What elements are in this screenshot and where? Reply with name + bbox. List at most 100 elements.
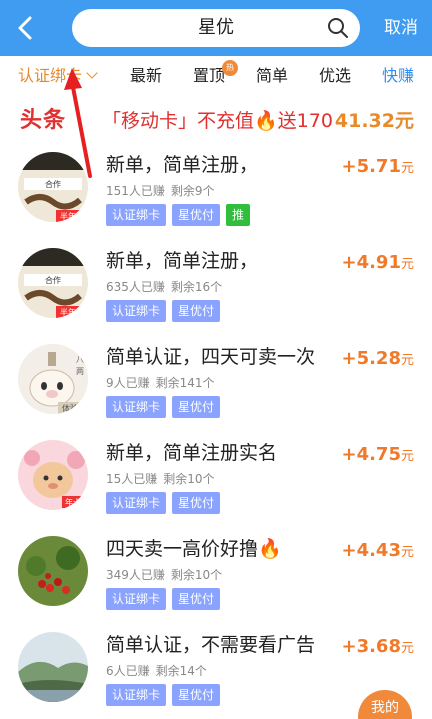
- tag-xingyoufu: 星优付: [172, 204, 221, 226]
- amount-value: +4.91: [341, 252, 401, 273]
- task-title: 新单，简单注册，: [106, 154, 259, 176]
- task-title: 四天卖一高价好撸🔥: [106, 538, 282, 560]
- task-tags: 认证绑卡 星优付: [106, 396, 226, 418]
- svg-text:合作: 合作: [45, 179, 61, 189]
- amount-unit: 元: [400, 641, 414, 656]
- task-amount: +4.75元: [341, 444, 414, 465]
- tag-verify: 认证绑卡: [106, 588, 167, 610]
- earned-count: 15人已赚: [106, 472, 158, 486]
- task-row[interactable]: 八 两 体验 简单认证，四天可卖一次 9人已赚 剩余141个 认证绑卡 星优付 +5…: [0, 332, 432, 428]
- amount-value: +5.28: [341, 348, 401, 369]
- task-amount: +5.28元: [341, 348, 414, 369]
- handshake-avatar: 合作 半年: [18, 152, 88, 222]
- tag-verify: 认证绑卡: [106, 204, 167, 226]
- task-row[interactable]: 合作 半年 新单，简单注册， 635人已赚 剩余16个 认证绑卡 星优付 +4.91…: [0, 236, 432, 332]
- earned-count: 9人已赚: [106, 376, 150, 390]
- amount-unit: 元: [400, 257, 414, 272]
- remaining-count: 剩余141个: [155, 376, 215, 390]
- amount-unit: 元: [400, 449, 414, 464]
- task-meta: 349人已赚 剩余10个: [106, 566, 222, 583]
- task-tags: 认证绑卡 星优付: [106, 588, 226, 610]
- remaining-count: 剩余9个: [170, 184, 215, 198]
- tab-preferred[interactable]: 优选: [319, 56, 351, 96]
- tab-newest[interactable]: 最新: [130, 56, 162, 96]
- back-arrow-icon[interactable]: [12, 12, 40, 44]
- task-amount: +4.43元: [341, 540, 414, 561]
- chevron-down-icon: [86, 67, 98, 79]
- task-amount: +5.71元: [341, 156, 414, 177]
- earned-count: 151人已赚: [106, 184, 165, 198]
- avatar-label: 半年: [60, 211, 76, 221]
- task-row[interactable]: 四天卖一高价好撸🔥 349人已赚 剩余10个 认证绑卡 星优付 +4.43元: [0, 524, 432, 620]
- earned-count: 349人已赚: [106, 568, 165, 582]
- tag-xingyoufu: 星优付: [172, 684, 221, 706]
- amount-value: +4.43: [341, 540, 401, 561]
- top-bar: 星优 取消: [0, 0, 432, 56]
- hot-badge: 热: [222, 60, 238, 76]
- tag-xingyoufu: 星优付: [172, 300, 221, 322]
- svg-text:合作: 合作: [45, 275, 61, 285]
- tab-verify-bind-card[interactable]: 认证绑卡: [18, 56, 98, 96]
- tag-xingyoufu: 星优付: [172, 492, 221, 514]
- amount-value: +4.75: [341, 444, 401, 465]
- avatar-label: 年卡: [65, 497, 81, 507]
- tab-label: 认证绑卡: [18, 66, 83, 85]
- remaining-count: 剩余10个: [163, 472, 215, 486]
- task-tags: 认证绑卡 星优付推: [106, 204, 256, 226]
- task-tags: 认证绑卡 星优付: [106, 492, 226, 514]
- headline-logo: 头条: [20, 107, 67, 133]
- headline-banner[interactable]: 头条 「移动卡」不充值🔥送170 41.32元: [0, 98, 432, 140]
- task-title: 新单，简单注册实名: [106, 442, 278, 464]
- tag-recommend: 推: [226, 204, 251, 226]
- tag-xingyoufu: 星优付: [172, 396, 221, 418]
- amount-value: +5.71: [341, 156, 401, 177]
- search-icon[interactable]: [326, 16, 350, 40]
- task-meta: 151人已赚 剩余9个: [106, 182, 215, 199]
- task-title: 新单，简单注册，: [106, 250, 259, 272]
- avatar-label: 半年: [60, 307, 76, 317]
- remaining-count: 剩余10个: [170, 568, 223, 582]
- tag-verify: 认证绑卡: [106, 300, 167, 322]
- handshake-avatar: 合作 半年: [18, 248, 88, 318]
- tab-top[interactable]: 置顶: [193, 56, 225, 96]
- cancel-button[interactable]: 取消: [384, 0, 418, 56]
- category-tabs: 认证绑卡 最新 置顶 热 简单 优选 快赚: [0, 56, 432, 96]
- task-tags: 认证绑卡 星优付: [106, 300, 226, 322]
- headline-amount: 41.32元: [334, 110, 414, 132]
- cherry-avatar: [18, 536, 88, 606]
- tag-xingyoufu: 星优付: [172, 588, 221, 610]
- earned-count: 635人已赚: [106, 280, 165, 294]
- tag-verify: 认证绑卡: [106, 492, 167, 514]
- remaining-count: 剩余14个: [155, 664, 207, 678]
- task-tags: 认证绑卡 星优付: [106, 684, 226, 706]
- pig-avatar: 八 两 体验: [18, 344, 88, 414]
- landscape-avatar: [18, 632, 88, 702]
- task-title: 简单认证，不需要看广告: [106, 634, 316, 656]
- headline-text: 「移动卡」不充值🔥送170: [102, 110, 333, 132]
- task-meta: 6人已赚 剩余14个: [106, 662, 207, 679]
- tag-verify: 认证绑卡: [106, 684, 167, 706]
- remaining-count: 剩余16个: [170, 280, 223, 294]
- task-meta: 9人已赚 剩余141个: [106, 374, 215, 391]
- task-amount: +4.91元: [341, 252, 414, 273]
- svg-text:八: 八: [76, 355, 84, 364]
- tab-simple[interactable]: 简单: [256, 56, 288, 96]
- earned-count: 6人已赚: [106, 664, 150, 678]
- amount-unit: 元: [400, 161, 414, 176]
- task-title: 简单认证，四天可卖一次: [106, 346, 316, 368]
- search-input[interactable]: 星优: [72, 9, 360, 47]
- task-row[interactable]: 合作 半年 新单，简单注册， 151人已赚 剩余9个 认证绑卡 星优付推 +5.71…: [0, 140, 432, 236]
- amount-unit: 元: [400, 545, 414, 560]
- task-meta: 635人已赚 剩余16个: [106, 278, 222, 295]
- search-value: 星优: [198, 17, 234, 38]
- task-amount: +3.68元: [341, 636, 414, 657]
- amount-unit: 元: [400, 353, 414, 368]
- task-meta: 15人已赚 剩余10个: [106, 470, 215, 487]
- tag-verify: 认证绑卡: [106, 396, 167, 418]
- svg-text:两: 两: [76, 367, 84, 376]
- task-row[interactable]: 年卡 新单，简单注册实名 15人已赚 剩余10个 认证绑卡 星优付 +4.75元: [0, 428, 432, 524]
- avatar-label: 体验: [62, 403, 78, 413]
- amount-value: +3.68: [341, 636, 401, 657]
- tab-quick-earn[interactable]: 快赚: [382, 56, 414, 96]
- bear-avatar: 年卡: [18, 440, 88, 510]
